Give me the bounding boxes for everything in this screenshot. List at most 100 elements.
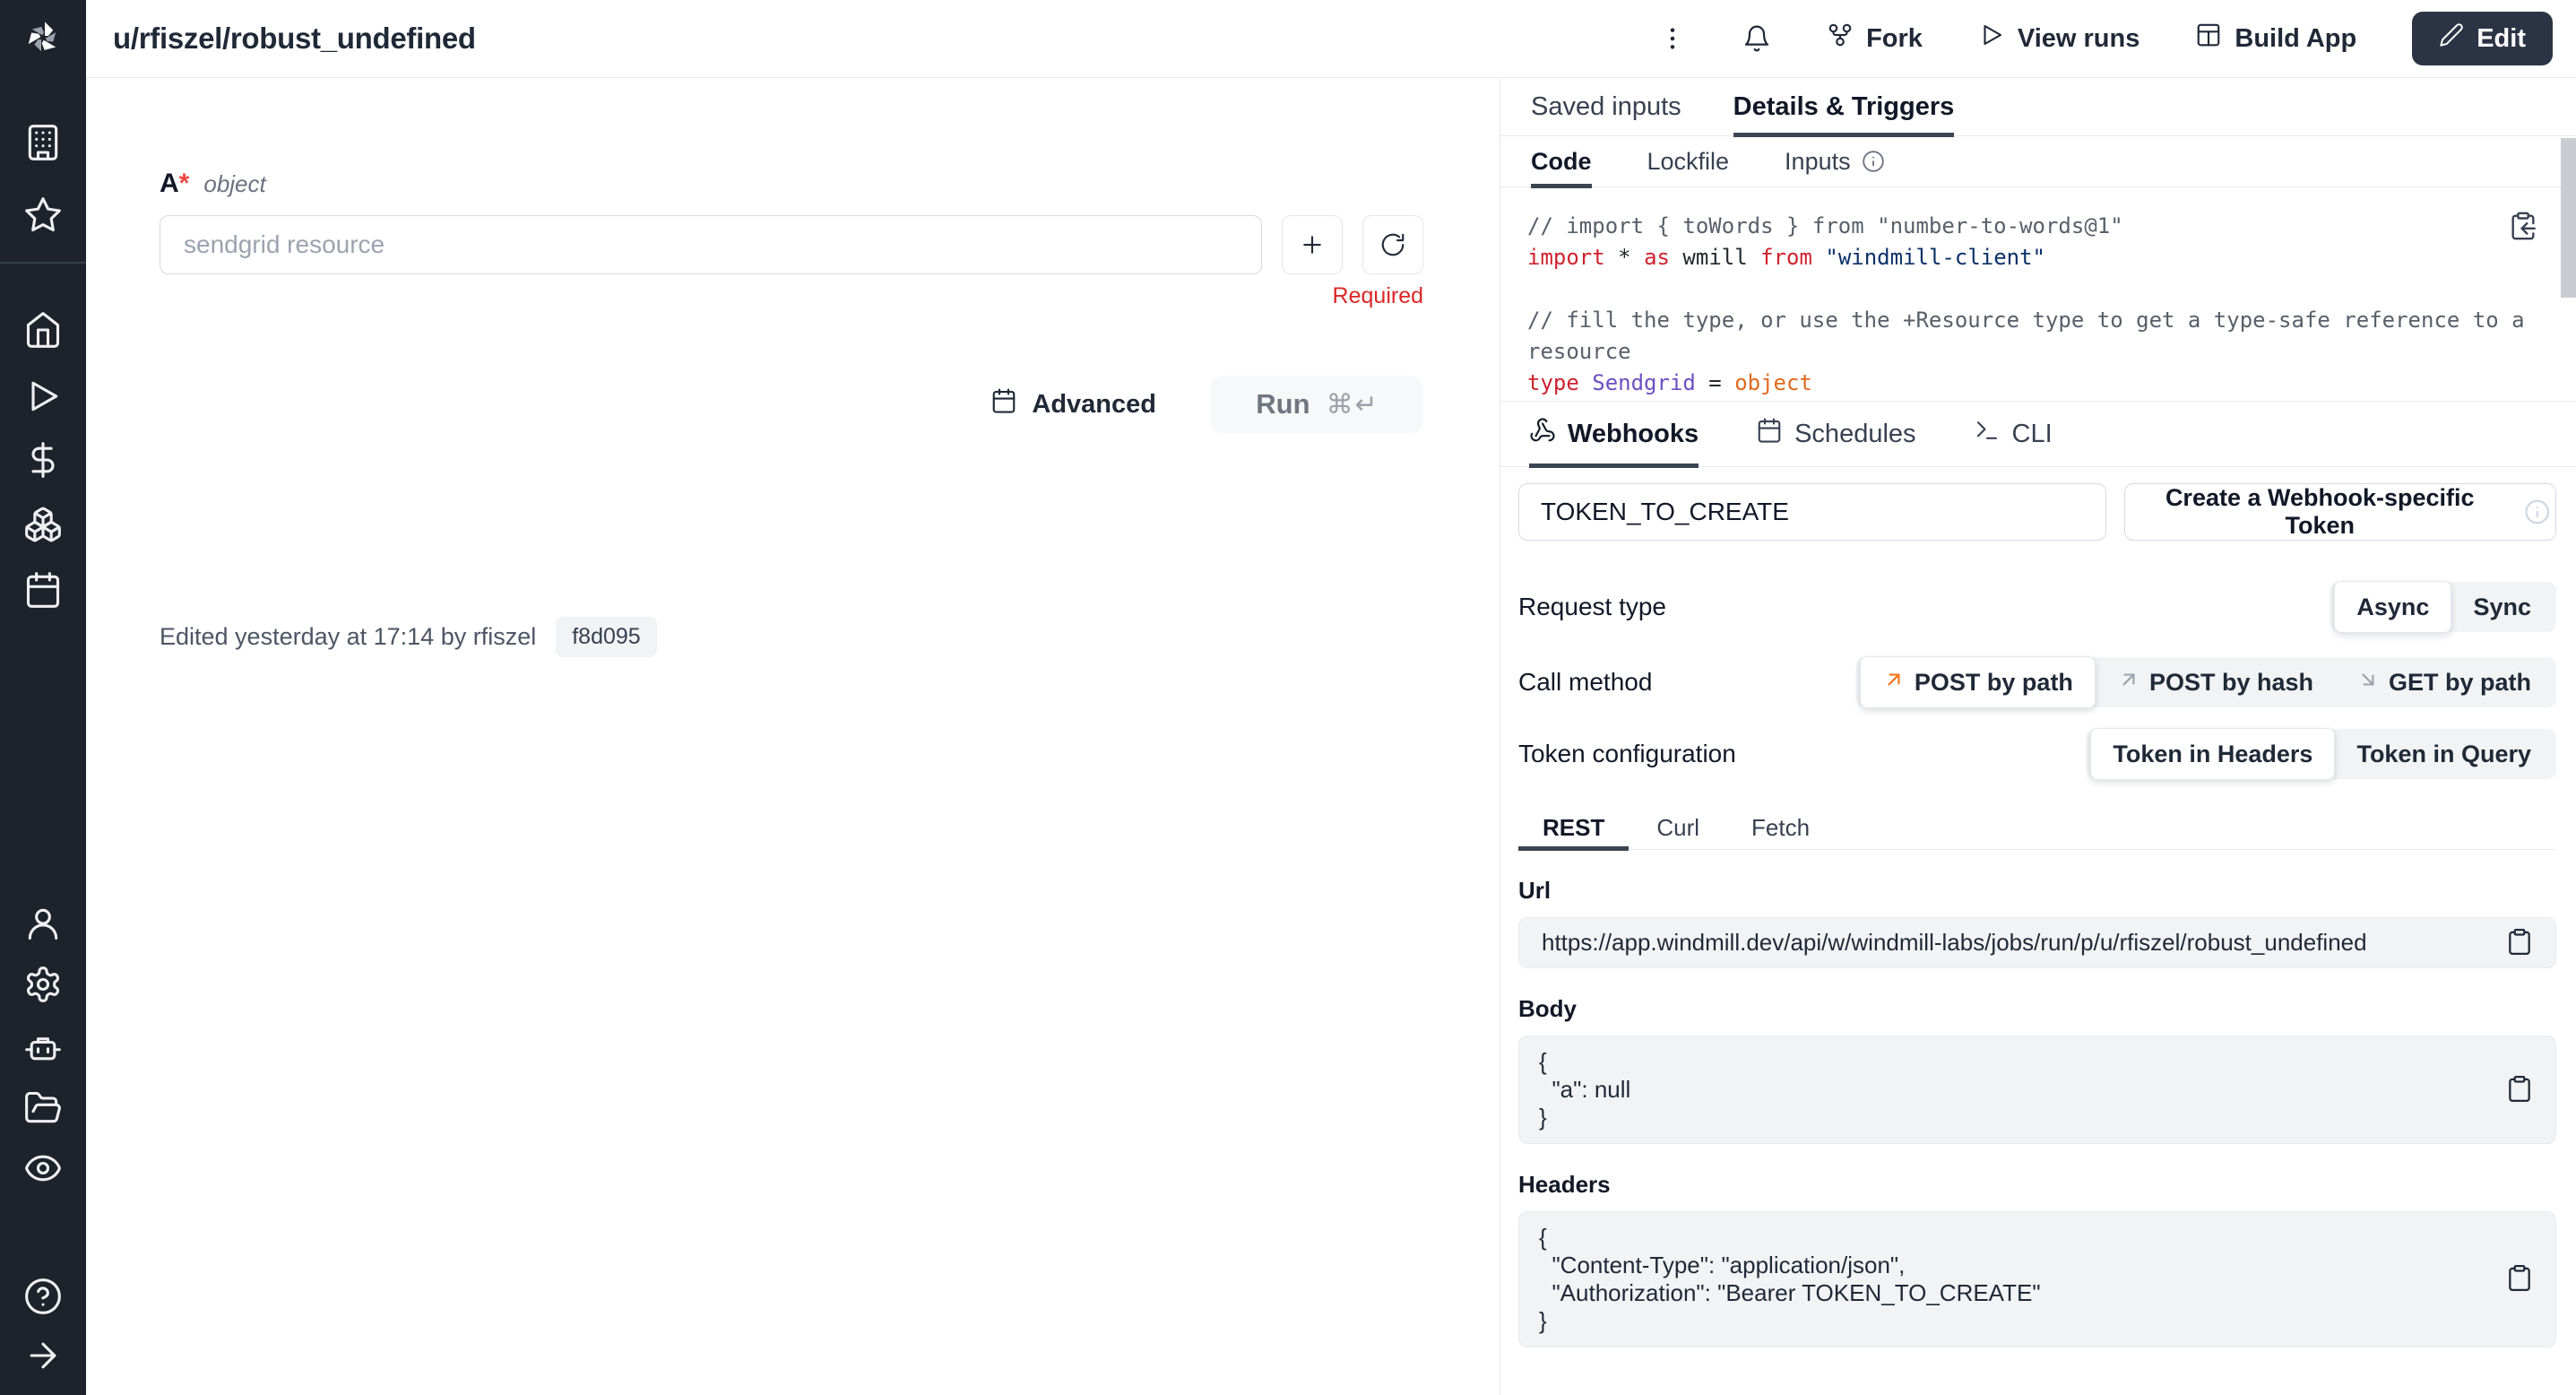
tab-rest[interactable]: REST [1518,806,1629,849]
tab-curl[interactable]: Curl [1632,806,1724,849]
tab-inputs[interactable]: Inputs [1785,136,1885,186]
fork-button-label: Fork [1866,24,1923,54]
option-sync[interactable]: Sync [2451,585,2553,628]
url-label: Url [1518,877,2556,905]
expand-arrow-right-icon[interactable] [23,1336,63,1375]
token-row: Create a Webhook-specific Token [1518,483,2556,541]
robot-worker-icon[interactable] [23,1027,63,1067]
bell-icon[interactable] [1742,24,1771,53]
layout-grid-icon [2195,22,2222,56]
copy-code-button[interactable] [2508,211,2538,244]
tab-schedules[interactable]: Schedules [1756,402,1915,466]
tab-saved-inputs[interactable]: Saved inputs [1531,79,1681,135]
version-hash-badge[interactable]: f8d095 [556,617,656,657]
view-runs-button[interactable]: View runs [1978,22,2139,56]
app-window: u/rfiszel/robust_undefined Fork [0,0,2576,1395]
windmill-logo-icon[interactable] [22,16,65,59]
webhook-url-value: https://app.windmill.dev/api/w/windmill-… [1542,929,2367,957]
calendar-icon[interactable] [23,570,63,610]
runs-play-icon[interactable] [23,377,63,416]
tab-webhooks[interactable]: Webhooks [1529,402,1699,466]
add-resource-button[interactable] [1282,215,1343,274]
clipboard-icon [2505,1074,2534,1103]
option-post-by-path[interactable]: POST by path [1860,656,2096,708]
edit-button-label: Edit [2477,24,2526,54]
option-get-by-path[interactable]: GET by path [2335,661,2553,704]
advanced-button-label: Advanced [1032,390,1156,420]
advanced-button[interactable]: Advanced [985,386,1162,422]
eye-icon[interactable] [23,1148,63,1188]
folder-open-icon[interactable] [23,1088,63,1128]
refresh-icon [1379,231,1406,258]
kebab-menu-icon[interactable] [1658,24,1687,53]
run-button[interactable]: Run ⌘ ↵ [1210,376,1423,433]
create-webhook-token-button[interactable]: Create a Webhook-specific Token [2124,483,2556,541]
field-label: A * object [160,169,1423,199]
run-shortcut: ⌘ ↵ [1327,389,1378,420]
enter-key-icon: ↵ [1355,389,1378,420]
code-line: import * as wmill from "windmill-client" [1527,242,2513,273]
trigger-tabs: Webhooks Schedules CLI [1500,402,2576,467]
copy-body-button[interactable] [2505,1074,2534,1105]
copy-headers-button[interactable] [2505,1264,2534,1295]
headers-box: { "Content-Type": "application/json", "A… [1518,1211,2556,1347]
webhook-url-box: https://app.windmill.dev/api/w/windmill-… [1518,917,2556,968]
option-token-in-query[interactable]: Token in Query [2335,732,2553,775]
code-line: // import { toWords } from "number-to-wo… [1527,211,2513,242]
args-form: A * object Required [160,169,1423,657]
arrow-up-right-icon [2117,668,2140,698]
clipboard-copy-icon [2508,211,2538,241]
dollar-sign-icon[interactable] [23,440,63,480]
option-async[interactable]: Async [2334,581,2451,633]
code-tabs: Code Lockfile Inputs [1500,136,2576,187]
code-viewer: // import { toWords } from "number-to-wo… [1500,187,2576,402]
boxes-icon[interactable] [23,505,63,544]
code-line: type Sendgrid = object [1527,368,2513,399]
webhooks-section: Create a Webhook-specific Token Request … [1500,467,2576,1347]
star-icon[interactable] [23,195,63,235]
code-line [1527,273,2513,305]
code-line: resource [1527,336,2513,368]
sidebar-divider [0,262,86,264]
view-runs-button-label: View runs [2018,24,2139,54]
tab-fetch[interactable]: Fetch [1727,806,1834,849]
option-post-by-hash[interactable]: POST by hash [2096,661,2335,704]
edited-text: Edited yesterday at 17:14 by rfiszel [160,623,536,651]
resource-input[interactable] [160,215,1262,274]
play-outline-icon [1978,22,2005,56]
body-label: Body [1518,995,2556,1023]
option-token-in-headers[interactable]: Token in Headers [2090,728,2335,780]
tab-lockfile[interactable]: Lockfile [1647,136,1730,186]
help-circle-icon[interactable] [23,1277,63,1316]
building-icon[interactable] [23,123,63,162]
details-panel: Saved inputs Details & Triggers Code Loc… [1500,79,2576,1395]
user-icon[interactable] [23,904,63,943]
refresh-button[interactable] [1362,215,1423,274]
tab-details-triggers[interactable]: Details & Triggers [1733,79,1955,135]
schedule-calendar-icon [990,387,1017,421]
settings-gear-icon[interactable] [23,965,63,1004]
required-asterisk: * [179,169,190,199]
code-line: // fill the type, or use the +Resource t… [1527,305,2513,336]
fork-button[interactable]: Fork [1827,22,1923,56]
run-actions-row: Advanced Run ⌘ ↵ [160,376,1423,433]
tab-code[interactable]: Code [1531,136,1592,186]
tab-cli[interactable]: CLI [1974,402,2053,466]
token-configuration-toggle: Token in Headers Token in Query [2087,729,2556,779]
token-configuration-row: Token configuration Token in Headers Tok… [1518,729,2556,779]
headers-label: Headers [1518,1171,2556,1199]
copy-url-button[interactable] [2505,927,2534,958]
top-bar: u/rfiszel/robust_undefined Fork [86,0,2576,78]
pencil-icon [2439,22,2464,55]
edit-button[interactable]: Edit [2412,12,2553,65]
tab-cli-label: CLI [2012,420,2053,449]
panel-tabs: Saved inputs Details & Triggers [1500,79,2576,136]
panel-scrollbar[interactable] [2561,138,2576,298]
info-circle-icon [1862,150,1885,173]
arrow-down-right-icon [2356,668,2380,698]
build-app-button[interactable]: Build App [2195,22,2356,56]
top-bar-actions: Fork View runs Build App [1658,12,2553,65]
field-type: object [203,169,265,199]
home-icon[interactable] [23,310,63,350]
token-input[interactable] [1518,483,2106,541]
